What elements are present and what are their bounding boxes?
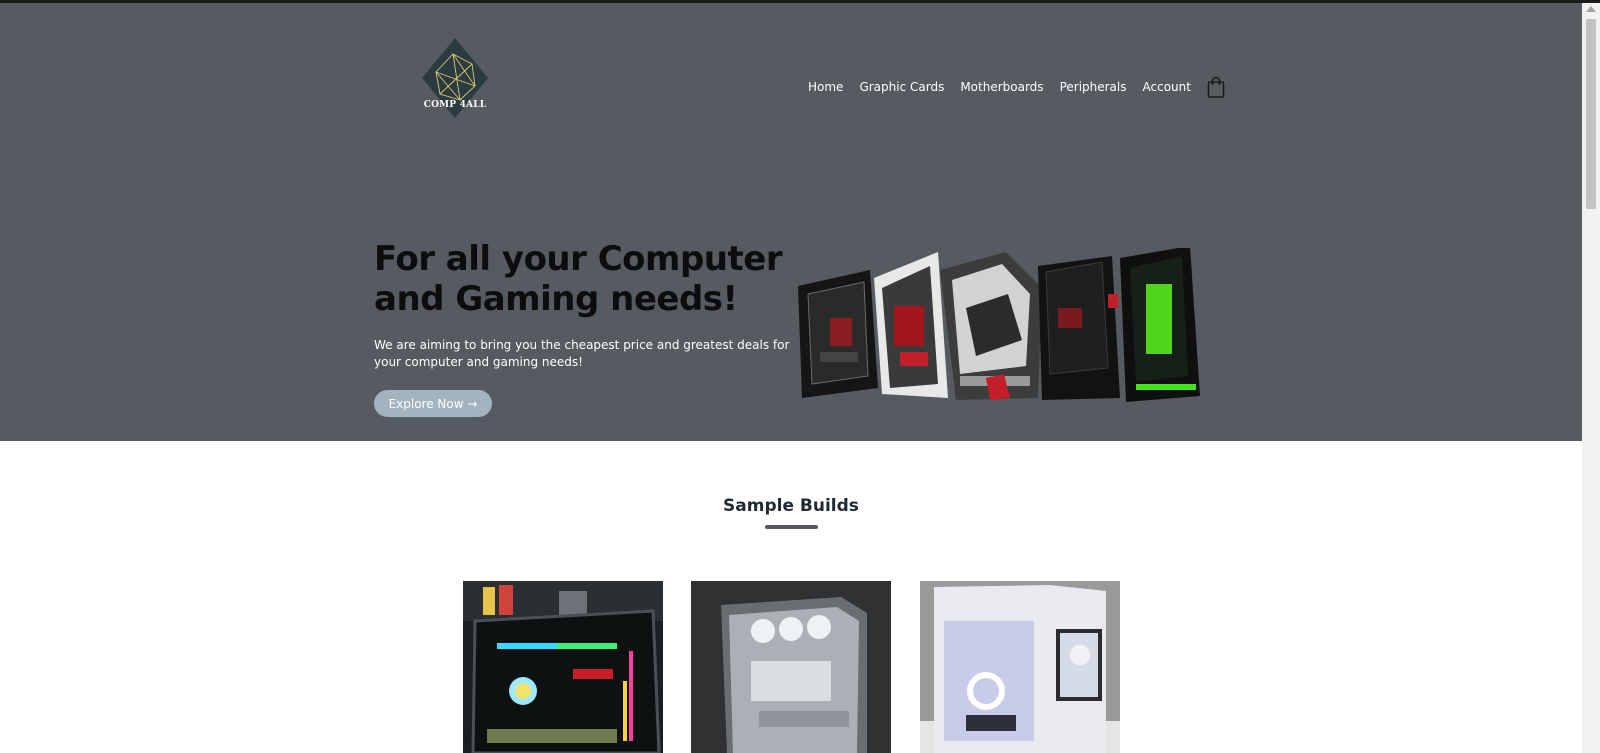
build-card-white[interactable] <box>920 581 1120 753</box>
hero-headline: For all your Computer and Gaming needs! <box>374 239 783 319</box>
white-pc-build-image <box>920 581 1120 753</box>
glass-pc-build-image <box>691 581 891 753</box>
explore-now-button[interactable]: Explore Now → <box>374 390 492 417</box>
nav-peripherals[interactable]: Peripherals <box>1060 80 1127 94</box>
page-scrollbar[interactable] <box>1582 3 1600 753</box>
gaming-pc-lineup-image <box>790 246 1208 408</box>
main-nav: Home Graphic Cards Motherboards Peripher… <box>808 76 1225 98</box>
sample-builds-title: Sample Builds <box>723 496 859 516</box>
nav-motherboards[interactable]: Motherboards <box>960 80 1043 94</box>
brand-logo-text: COMP 4ALL <box>423 100 487 110</box>
scrollbar-thumb[interactable] <box>1586 19 1596 209</box>
build-card-rgb[interactable] <box>463 581 663 753</box>
nav-account[interactable]: Account <box>1143 80 1191 94</box>
hero-section: COMP 4ALL Home Graphic Cards Motherboard… <box>0 3 1582 441</box>
nav-graphic-cards[interactable]: Graphic Cards <box>859 80 944 94</box>
brand-logo[interactable]: COMP 4ALL <box>420 36 490 120</box>
hero-subtext: We are aiming to bring you the cheapest … <box>374 338 790 369</box>
scroll-up-arrow-icon[interactable] <box>1586 6 1596 12</box>
build-card-glass[interactable] <box>691 581 891 753</box>
shopping-bag-icon[interactable] <box>1207 76 1225 98</box>
section-underline <box>765 525 818 529</box>
nav-home[interactable]: Home <box>808 80 843 94</box>
rgb-pc-build-image <box>463 581 663 753</box>
